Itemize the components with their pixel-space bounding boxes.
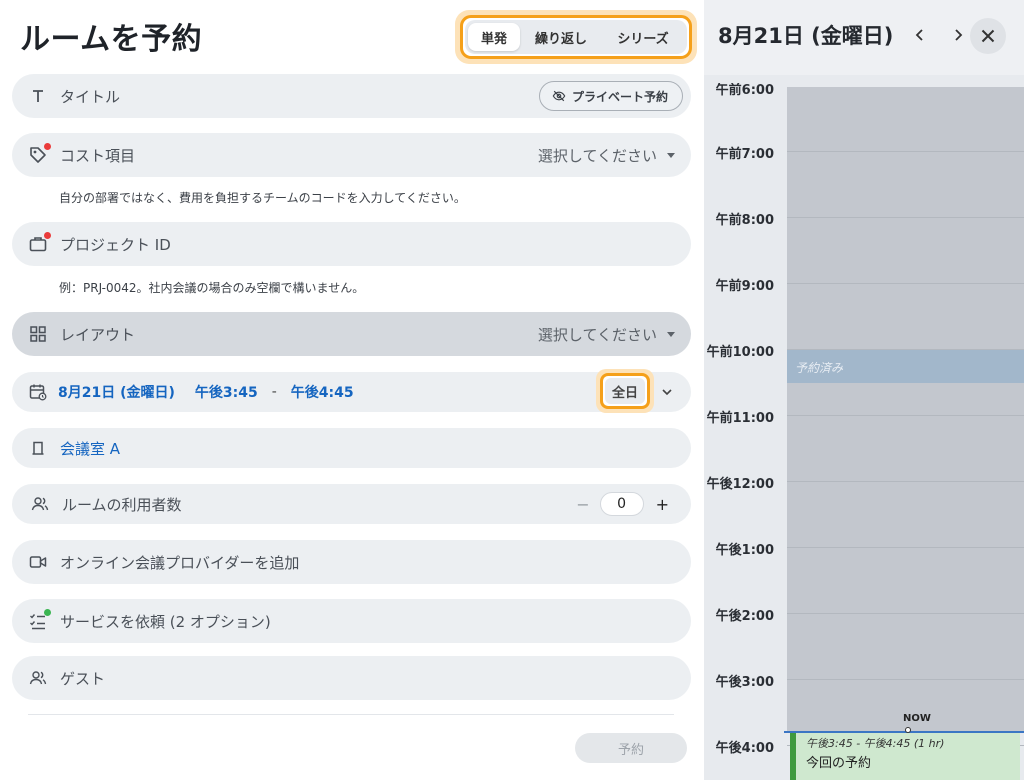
project-id-field[interactable]: プロジェクト ID [12, 222, 691, 266]
door-icon [26, 436, 50, 460]
title-field-placeholder: タイトル [60, 87, 121, 106]
calendar-date-title: 8月21日 (金曜日) [718, 24, 894, 48]
video-camera-icon [26, 550, 50, 574]
grid-icon [26, 322, 50, 346]
mode-recurring-button[interactable]: 繰り返し [520, 23, 602, 51]
layout-value: 選択してください [537, 325, 657, 344]
briefcase-icon [26, 232, 51, 256]
services-label: サービスを依頼 (2 オプション) [60, 612, 271, 631]
project-id-hint: 例：PRJ-0042。社内会議の場合のみ空欄で構いません。 [59, 281, 365, 295]
booked-slot: 予約済み [787, 350, 1024, 383]
timeline-grid[interactable] [787, 87, 1024, 732]
title-field[interactable]: タイトル プライベート予約 [12, 74, 691, 118]
prev-day-button[interactable] [914, 26, 926, 47]
hour-gridline [787, 283, 1024, 284]
hour-label: 午後12:00 [706, 477, 774, 492]
private-booking-label: プライベート予約 [571, 89, 668, 104]
attendee-count-input[interactable]: 0 [599, 492, 644, 516]
hour-label: 午後1:00 [715, 543, 774, 558]
text-icon [26, 84, 50, 108]
private-booking-button[interactable]: プライベート予約 [538, 81, 683, 111]
close-button[interactable] [970, 18, 1006, 54]
services-field[interactable]: サービスを依頼 (2 オプション) [12, 599, 691, 643]
guests-field[interactable]: ゲスト [12, 656, 691, 700]
start-time-value[interactable]: 午後3:45 [195, 382, 258, 402]
hour-gridline [787, 613, 1024, 614]
booking-form-panel: ルームを予約 単発 繰り返し シリーズ タイトル プライベート予約 コスト項目 [0, 0, 704, 780]
hour-gridline [787, 547, 1024, 548]
caret-down-icon [667, 152, 675, 158]
people-icon [26, 666, 50, 690]
attendee-stepper: − 0 + [576, 492, 669, 516]
project-id-label: プロジェクト ID [60, 235, 171, 254]
now-label: NOW [903, 713, 931, 724]
layout-label: レイアウト [60, 325, 136, 344]
attendee-count-label: ルームの利用者数 [62, 495, 182, 514]
room-field[interactable]: 会議室 A [12, 428, 691, 468]
divider [28, 714, 674, 715]
layout-select[interactable]: レイアウト 選択してください [12, 312, 691, 356]
chevron-down-icon[interactable] [661, 383, 673, 402]
current-booking-event[interactable]: 午後3:45 - 午後4:45 (1 hr) 今回の予約 [790, 733, 1020, 780]
cost-item-hint: 自分の部署ではなく、費用を負担するチームのコードを入力してください。 [59, 191, 466, 205]
calendar-clock-icon [26, 380, 50, 404]
booked-slot-label: 予約済み [795, 361, 844, 375]
event-time: 午後3:45 - 午後4:45 (1 hr) [806, 737, 945, 750]
hour-label: 午前7:00 [715, 147, 774, 162]
checklist-icon [26, 609, 51, 633]
status-dot [44, 609, 51, 616]
hour-label: 午前8:00 [715, 213, 774, 228]
hour-label: 午前10:00 [706, 345, 774, 360]
online-provider-field[interactable]: オンライン会議プロバイダーを追加 [12, 540, 691, 584]
attendee-count-field: ルームの利用者数 − 0 + [12, 484, 691, 524]
hour-label: 午後2:00 [715, 609, 774, 624]
cost-item-label: コスト項目 [60, 146, 136, 165]
hour-label: 午前9:00 [715, 279, 774, 294]
required-dot [44, 232, 51, 239]
room-value: 会議室 A [60, 439, 121, 458]
mode-switch: 単発 繰り返し シリーズ [465, 20, 687, 54]
eye-off-icon [552, 89, 566, 103]
caret-down-icon [667, 331, 675, 337]
increment-button[interactable]: + [656, 495, 669, 514]
hour-gridline [787, 481, 1024, 482]
cost-item-value: 選択してください [537, 146, 657, 165]
online-provider-label: オンライン会議プロバイダーを追加 [60, 553, 300, 572]
chevron-left-icon [915, 29, 923, 41]
hour-label: 午後4:00 [715, 741, 774, 756]
hour-label: 午前11:00 [706, 411, 774, 426]
end-time-value[interactable]: 午後4:45 [291, 382, 354, 402]
calendar-panel: 8月21日 (金曜日) 午前6:00 午前7:00 午前8:00 午前9:00 午前10… [704, 0, 1024, 780]
date-value[interactable]: 8月21日 (金曜日) [58, 382, 175, 402]
hour-gridline [787, 217, 1024, 218]
chevron-right-icon [955, 29, 963, 41]
time-separator: - [271, 384, 277, 400]
mode-series-button[interactable]: シリーズ [602, 23, 684, 51]
hour-gridline [787, 415, 1024, 416]
required-dot [44, 143, 51, 150]
hour-label: 午前6:00 [715, 83, 774, 98]
allday-toggle[interactable]: 全日 [605, 378, 645, 404]
next-day-button[interactable] [952, 26, 964, 47]
hour-gridline [787, 151, 1024, 152]
mode-single-button[interactable]: 単発 [468, 23, 520, 51]
guests-label: ゲスト [60, 669, 106, 688]
cost-item-select[interactable]: コスト項目 選択してください [12, 133, 691, 177]
tag-icon [26, 143, 51, 167]
event-name: 今回の予約 [806, 756, 872, 771]
book-button[interactable]: 予約 [575, 733, 687, 763]
hour-gridline [787, 679, 1024, 680]
hour-label: 午後3:00 [715, 675, 774, 690]
people-icon [28, 492, 52, 516]
decrement-button[interactable]: − [576, 495, 589, 514]
page-title: ルームを予約 [20, 22, 203, 57]
datetime-field[interactable]: 8月21日 (金曜日) 午後3:45 - 午後4:45 [12, 372, 691, 412]
calendar-header: 8月21日 (金曜日) [704, 0, 1024, 75]
close-icon [981, 29, 995, 43]
